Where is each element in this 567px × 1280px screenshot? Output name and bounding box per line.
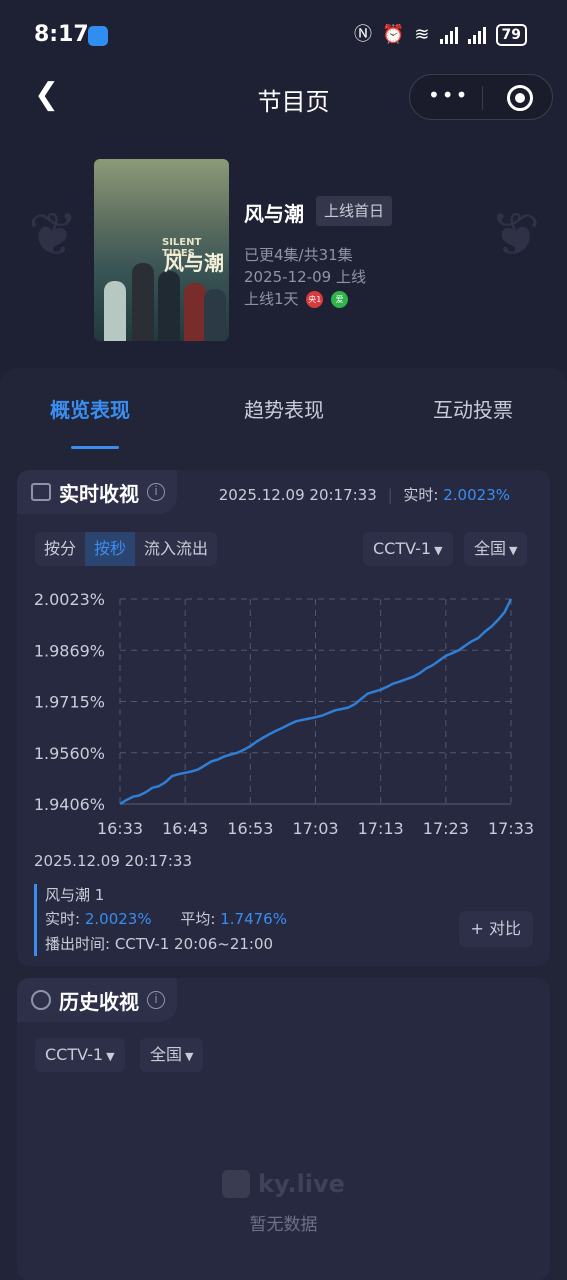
app-notification-icon	[88, 26, 108, 46]
x-tick-label: 16:43	[162, 819, 208, 838]
y-tick-label: 1.9869%	[34, 641, 105, 660]
compare-button[interactable]: + 对比	[458, 911, 533, 947]
poster-title-cn: 风与潮	[164, 251, 224, 275]
y-tick-label: 2.0023%	[34, 590, 105, 609]
mode-segmented-control: 按分 按秒 流入流出	[35, 532, 218, 566]
region-dropdown[interactable]: 全国 ▼	[464, 532, 528, 566]
episode-count: 已更4集/共31集	[244, 246, 353, 264]
x-tick-label: 17:23	[423, 819, 469, 838]
days-online: 上线1天 央1 爱	[244, 288, 349, 309]
empty-state-text: 暂无数据	[249, 1215, 318, 1235]
signal-icon-2	[467, 26, 486, 44]
channel-value: CCTV-1	[373, 539, 432, 558]
battery-icon: 79	[495, 24, 527, 46]
x-tick-label: 17:33	[488, 819, 534, 838]
cctv1-logo-icon: 央1	[306, 291, 324, 308]
realtime-label: 实时:	[403, 486, 439, 504]
realtime-value: 2.0023%	[443, 486, 510, 504]
mode-flow[interactable]: 流入流出	[135, 532, 217, 566]
x-tick-label: 16:33	[97, 819, 143, 838]
chevron-down-icon: ▼	[185, 1050, 194, 1063]
watermark: ky.live	[0, 1170, 567, 1198]
series-color-bar	[34, 884, 37, 956]
info-icon[interactable]: i	[147, 483, 165, 501]
detail-timestamp: 2025.12.09 20:17:33	[34, 852, 193, 870]
x-tick-label: 17:03	[292, 819, 338, 838]
realtime-title: 实时收视	[59, 481, 139, 506]
channel-dropdown[interactable]: CCTV-1 ▼	[363, 532, 453, 566]
days-online-text: 上线1天	[244, 290, 299, 308]
history-header: 历史收视 i	[17, 978, 177, 1022]
close-miniapp-button[interactable]	[507, 85, 533, 111]
capsule-divider	[482, 86, 483, 110]
detail-rt-value: 2.0023%	[84, 910, 152, 928]
status-icons: Ⓝ ⏰ ≋ 79	[354, 24, 527, 46]
signal-icon	[439, 26, 458, 44]
tab-trend[interactable]: 趋势表现	[244, 394, 324, 423]
nfc-icon: Ⓝ	[354, 24, 372, 45]
chevron-down-icon: ▼	[509, 544, 518, 557]
poster-figure	[158, 271, 180, 341]
poster-figure	[104, 281, 126, 341]
more-menu-button[interactable]: •••	[428, 83, 469, 107]
detail-values: 实时: 2.0023% 平均: 1.7476%	[45, 908, 287, 929]
realtime-meta: 2025.12.09 20:17:33 | 实时: 2.0023%	[219, 484, 510, 505]
region-value: 全国	[474, 539, 507, 558]
x-tick-label: 16:53	[227, 819, 273, 838]
mode-by-minute[interactable]: 按分	[35, 532, 85, 566]
realtime-card: 实时收视 i 2025.12.09 20:17:33 | 实时: 2.0023%…	[17, 470, 550, 966]
miniapp-capsule: •••	[409, 74, 553, 120]
detail-avg-label: 平均:	[180, 910, 216, 928]
clock: 8:17	[34, 22, 89, 47]
alarm-icon: ⏰	[382, 24, 405, 45]
history-icon	[31, 990, 51, 1010]
tab-overview[interactable]: 概览表现	[50, 394, 130, 423]
y-tick-label: 1.9560%	[34, 744, 105, 763]
history-channel-value: CCTV-1	[45, 1045, 104, 1064]
x-tick-label: 17:13	[358, 819, 404, 838]
history-region-dropdown[interactable]: 全国 ▼	[140, 1038, 204, 1072]
poster-figure	[184, 283, 206, 341]
tv-icon	[31, 483, 51, 501]
status-badge: 上线首日	[316, 196, 393, 226]
mode-by-second[interactable]: 按秒	[85, 532, 136, 566]
watermark-text: ky.live	[258, 1170, 345, 1198]
content-panel: 概览表现 趋势表现 互动投票 实时收视 i 2025.12.09 20:17:3…	[0, 368, 567, 1280]
chevron-down-icon: ▼	[106, 1050, 115, 1063]
realtime-line-chart: 2.0023% 1.9869% 1.9715% 1.9560% 1.9406% 16:33…	[34, 590, 534, 838]
show-title: 风与潮	[244, 202, 304, 226]
kylive-logo-icon	[222, 1170, 251, 1198]
detail-rt-label: 实时:	[45, 910, 81, 928]
status-bar: 8:17 Ⓝ ⏰ ≋ 79	[0, 0, 567, 72]
laurel-right-icon: ❦	[490, 200, 541, 270]
detail-program-name: 风与潮 1	[45, 886, 105, 904]
active-tab-indicator	[71, 446, 119, 449]
show-poster: SILENT TIDES 风与潮	[94, 159, 229, 341]
poster-figure	[132, 263, 154, 341]
meta-divider: |	[387, 486, 393, 504]
poster-figure	[204, 289, 226, 341]
info-icon[interactable]: i	[147, 991, 165, 1009]
history-region-value: 全国	[150, 1045, 183, 1064]
realtime-header: 实时收视 i	[17, 470, 177, 514]
detail-broadcast-time: 播出时间: CCTV-1 20:06~21:00	[45, 935, 274, 953]
y-tick-label: 1.9406%	[34, 795, 105, 814]
tab-vote[interactable]: 互动投票	[433, 394, 513, 423]
laurel-left-icon: ❦	[28, 200, 79, 270]
realtime-timestamp: 2025.12.09 20:17:33	[218, 486, 377, 504]
chevron-down-icon: ▼	[434, 544, 443, 557]
nav-bar: ❮ 节目页 •••	[0, 72, 567, 122]
detail-avg-value: 1.7476%	[220, 910, 287, 928]
history-card: 历史收视 i CCTV-1 ▼ 全国 ▼ ky.live 暂无数据	[17, 978, 550, 1280]
release-date: 2025-12-09 上线	[244, 268, 366, 286]
iqiyi-logo-icon: 爱	[331, 291, 349, 308]
wifi-icon: ≋	[414, 24, 430, 45]
y-tick-label: 1.9715%	[34, 693, 105, 712]
history-title: 历史收视	[59, 989, 139, 1014]
history-channel-dropdown[interactable]: CCTV-1 ▼	[35, 1038, 125, 1072]
